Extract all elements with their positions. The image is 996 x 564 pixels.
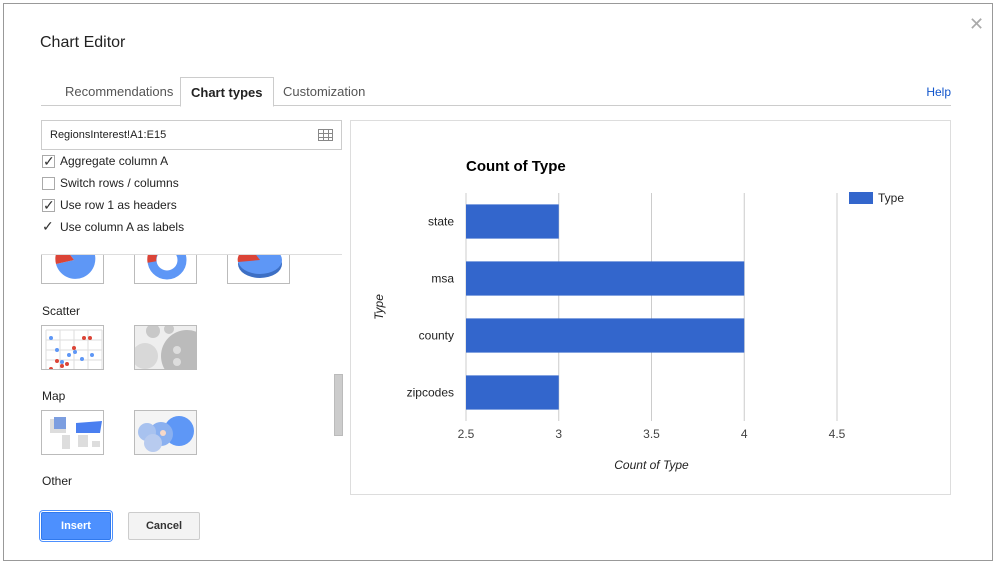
data-range-input[interactable]: RegionsInterest!A1:E15 bbox=[41, 120, 342, 150]
option-aggregate[interactable]: ✓ Aggregate column A bbox=[42, 152, 168, 170]
checkbox-checked-icon[interactable]: ✓ bbox=[42, 219, 55, 234]
data-range-value: RegionsInterest!A1:E15 bbox=[50, 129, 167, 141]
y-tick-label: state bbox=[428, 215, 454, 229]
tab-recommendations[interactable]: Recommendations bbox=[55, 77, 183, 106]
x-tick-label: 4 bbox=[741, 427, 748, 441]
bar-state bbox=[466, 204, 559, 239]
x-tick-label: 3 bbox=[555, 427, 562, 441]
grid-icon[interactable] bbox=[318, 129, 333, 141]
help-link[interactable]: Help bbox=[926, 85, 951, 99]
3d-pie-chart-thumb[interactable] bbox=[227, 255, 290, 284]
bar-chart: Count of Type 2.5 3 3.5 4 4.5 state msa county zi… bbox=[372, 158, 904, 472]
bubble-chart-thumb[interactable] bbox=[134, 325, 197, 370]
dialog-title: Chart Editor bbox=[40, 34, 126, 51]
bar-msa bbox=[466, 261, 745, 296]
option-label: Use row 1 as headers bbox=[60, 198, 177, 212]
tab-bar: Recommendations Chart types Customizatio… bbox=[41, 77, 951, 107]
option-row1-headers[interactable]: ✓ Use row 1 as headers bbox=[42, 196, 177, 214]
chart-title: Count of Type bbox=[466, 158, 566, 175]
donut-chart-thumb[interactable] bbox=[134, 255, 197, 284]
bar-zipcodes bbox=[466, 375, 559, 410]
scatter-chart-thumb[interactable] bbox=[41, 325, 104, 370]
cancel-button[interactable]: Cancel bbox=[128, 512, 200, 540]
geo-map-thumb[interactable] bbox=[41, 410, 104, 455]
y-axis-label: Type bbox=[372, 294, 386, 320]
checkbox-checked-icon[interactable]: ✓ bbox=[42, 198, 55, 212]
option-label: Use column A as labels bbox=[60, 220, 185, 234]
bar-county bbox=[466, 318, 745, 353]
option-switch-rows-columns[interactable]: Switch rows / columns bbox=[42, 174, 179, 192]
option-colA-labels[interactable]: ✓ Use column A as labels bbox=[42, 218, 184, 236]
marker-map-thumb[interactable] bbox=[134, 410, 197, 455]
chart-type-gallery: Scatter Map Other bbox=[41, 255, 342, 495]
legend-swatch bbox=[849, 192, 873, 204]
insert-button[interactable]: Insert bbox=[41, 512, 111, 540]
option-label: Aggregate column A bbox=[60, 154, 169, 168]
x-tick-label: 4.5 bbox=[829, 427, 846, 441]
y-tick-label: msa bbox=[431, 272, 454, 286]
option-label: Switch rows / columns bbox=[60, 176, 179, 190]
checkbox-icon[interactable] bbox=[42, 176, 55, 190]
section-scatter: Scatter bbox=[42, 304, 81, 318]
x-axis-label: Count of Type bbox=[614, 458, 689, 472]
gallery-scrollbar[interactable] bbox=[334, 374, 343, 436]
section-other: Other bbox=[42, 474, 73, 488]
close-icon[interactable]: ✕ bbox=[969, 14, 984, 35]
x-tick-label: 3.5 bbox=[643, 427, 660, 441]
y-tick-label: zipcodes bbox=[407, 386, 454, 400]
checkbox-checked-icon[interactable]: ✓ bbox=[42, 154, 55, 168]
chart-editor-dialog: Chart Editor ✕ Recommendations Chart typ… bbox=[3, 3, 993, 561]
chart-preview: Count of Type 2.5 3 3.5 4 4.5 state msa county zi… bbox=[350, 120, 951, 495]
tab-chart-types[interactable]: Chart types bbox=[180, 77, 274, 107]
x-tick-label: 2.5 bbox=[458, 427, 475, 441]
y-tick-label: county bbox=[419, 329, 454, 343]
pie-chart-thumb[interactable] bbox=[41, 255, 104, 284]
tab-customization[interactable]: Customization bbox=[273, 77, 375, 106]
section-map: Map bbox=[42, 389, 66, 403]
legend-label: Type bbox=[878, 191, 904, 205]
